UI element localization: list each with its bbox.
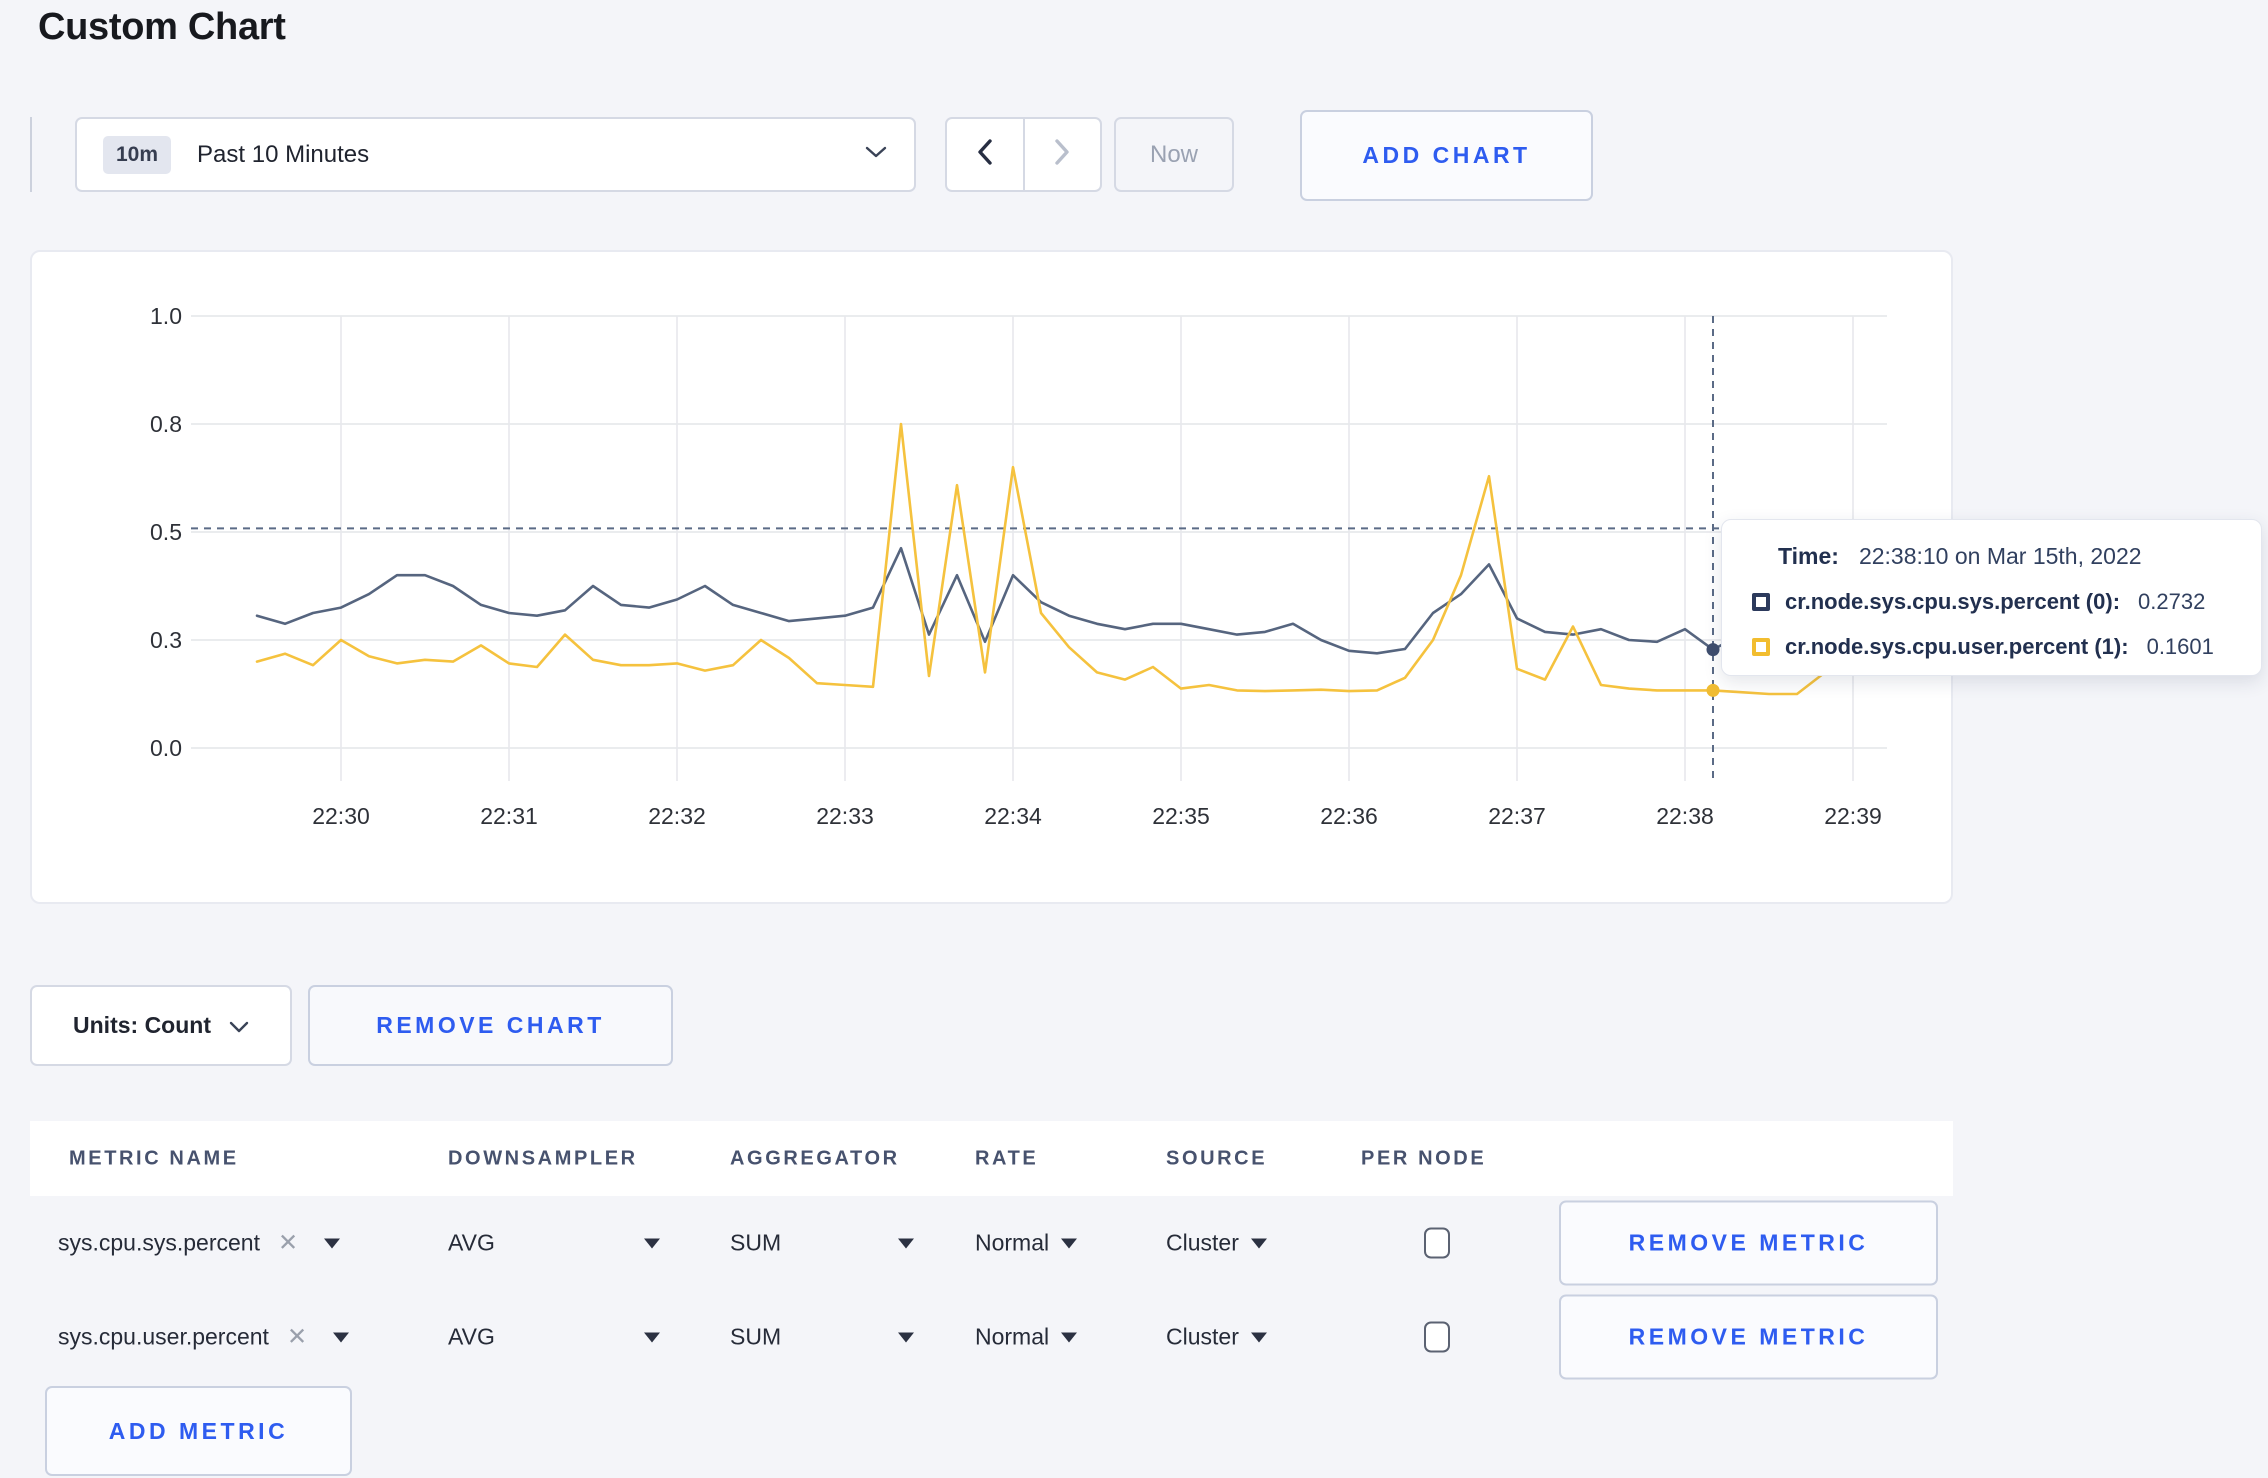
downsampler-select[interactable]: AVG: [448, 1324, 660, 1351]
svg-text:22:30: 22:30: [312, 803, 370, 829]
svg-text:0.8: 0.8: [150, 411, 182, 437]
svg-text:22:37: 22:37: [1488, 803, 1546, 829]
source-select[interactable]: Cluster: [1166, 1324, 1267, 1351]
next-time-button[interactable]: [1025, 119, 1101, 190]
dropdown-arrow-icon: [1061, 1238, 1078, 1248]
remove-metric-button[interactable]: REMOVE METRIC: [1559, 1294, 1938, 1380]
column-header-source: SOURCE: [1166, 1147, 1268, 1169]
aggregator-value: SUM: [730, 1229, 782, 1256]
per-node-checkbox[interactable]: [1424, 1227, 1450, 1259]
dropdown-arrow-icon: [898, 1332, 914, 1342]
chevron-left-icon: [977, 139, 993, 170]
svg-text:22:39: 22:39: [1824, 803, 1882, 829]
column-header-aggregator: AGGREGATOR: [730, 1147, 900, 1169]
toolbar-divider: [30, 117, 32, 192]
remove-metric-button[interactable]: REMOVE METRIC: [1559, 1200, 1938, 1286]
units-select[interactable]: Units: Count: [30, 985, 292, 1066]
dropdown-arrow-icon: [1250, 1332, 1267, 1342]
time-window-label: Past 10 Minutes: [197, 140, 370, 168]
metric-name-select[interactable]: sys.cpu.user.percent ✕: [58, 1323, 408, 1352]
svg-text:0.5: 0.5: [150, 519, 182, 545]
aggregator-select[interactable]: SUM: [730, 1230, 914, 1257]
aggregator-select[interactable]: SUM: [730, 1324, 914, 1351]
column-header-rate: RATE: [975, 1147, 1039, 1169]
time-nav-group: [945, 117, 1102, 192]
tooltip-series-row: cr.node.sys.cpu.user.percent (1): 0.1601: [1722, 634, 2261, 660]
svg-text:22:36: 22:36: [1320, 803, 1378, 829]
now-button[interactable]: Now: [1114, 117, 1234, 192]
chevron-down-icon: [229, 1012, 249, 1039]
tooltip-series-row: cr.node.sys.cpu.sys.percent (0): 0.2732: [1722, 589, 2261, 615]
chevron-right-icon: [1054, 139, 1070, 170]
dropdown-arrow-icon: [644, 1332, 660, 1342]
column-header-per-node: PER NODE: [1361, 1147, 1487, 1169]
source-select[interactable]: Cluster: [1166, 1230, 1267, 1257]
rate-value: Normal: [975, 1229, 1050, 1256]
sys-series-legend-swatch-icon: [1752, 593, 1770, 611]
custom-chart-page: Custom Chart 10m Past 10 Minutes Now ADD…: [0, 0, 2268, 1478]
metrics-table-header: METRIC NAME DOWNSAMPLER AGGREGATOR RATE …: [30, 1121, 1953, 1196]
tooltip-time-row: Time: 22:38:10 on Mar 15th, 2022: [1722, 543, 2261, 570]
tooltip-time-label: Time:: [1778, 543, 1839, 569]
tooltip-sys-value: 0.2732: [2138, 589, 2206, 614]
svg-text:22:38: 22:38: [1656, 803, 1714, 829]
dropdown-arrow-icon: [324, 1238, 341, 1248]
time-window-selector[interactable]: 10m Past 10 Minutes: [75, 117, 916, 192]
svg-text:22:34: 22:34: [984, 803, 1042, 829]
downsampler-value: AVG: [448, 1323, 495, 1350]
downsampler-value: AVG: [448, 1229, 495, 1256]
metric-row: sys.cpu.user.percent ✕ AVG SUM Normal Cl…: [30, 1290, 1953, 1384]
svg-text:0.3: 0.3: [150, 627, 182, 653]
timeseries-chart[interactable]: 0.0 0.3 0.5 0.8 1.0 22:30 22:31 22:32 22:33 22:34…: [32, 252, 1955, 906]
metric-row: sys.cpu.sys.percent ✕ AVG SUM Normal Clu…: [30, 1196, 1953, 1290]
metric-name-select[interactable]: sys.cpu.sys.percent ✕: [58, 1229, 408, 1258]
page-title: Custom Chart: [38, 6, 286, 48]
clear-metric-icon[interactable]: ✕: [278, 1229, 298, 1258]
rate-select[interactable]: Normal: [975, 1229, 1078, 1257]
source-value: Cluster: [1166, 1323, 1239, 1350]
svg-text:22:31: 22:31: [480, 803, 538, 829]
dropdown-arrow-icon: [1061, 1332, 1078, 1342]
svg-text:0.0: 0.0: [150, 735, 182, 761]
tooltip-time-value: 22:38:10 on Mar 15th, 2022: [1858, 543, 2142, 569]
time-window-badge: 10m: [103, 135, 172, 174]
remove-chart-button[interactable]: REMOVE CHART: [308, 985, 673, 1066]
dropdown-arrow-icon: [1250, 1238, 1267, 1248]
clear-metric-icon[interactable]: ✕: [287, 1323, 307, 1352]
prev-time-button[interactable]: [947, 119, 1025, 190]
chart-tooltip: Time: 22:38:10 on Mar 15th, 2022 cr.node…: [1721, 519, 2262, 676]
column-header-downsampler: DOWNSAMPLER: [448, 1147, 638, 1169]
svg-text:22:33: 22:33: [816, 803, 874, 829]
svg-text:22:32: 22:32: [648, 803, 706, 829]
user-series-legend-swatch-icon: [1752, 638, 1770, 656]
units-label: Units: Count: [73, 1012, 211, 1038]
tooltip-user-value: 0.1601: [2146, 634, 2214, 659]
chevron-down-icon: [864, 145, 888, 164]
dropdown-arrow-icon: [333, 1332, 350, 1342]
per-node-checkbox[interactable]: [1424, 1321, 1450, 1353]
column-header-metric-name: METRIC NAME: [69, 1147, 239, 1169]
chart-card: 0.0 0.3 0.5 0.8 1.0 22:30 22:31 22:32 22:33 22:34…: [30, 250, 1953, 904]
metric-name-value: sys.cpu.sys.percent: [58, 1229, 260, 1256]
svg-text:22:35: 22:35: [1152, 803, 1210, 829]
downsampler-select[interactable]: AVG: [448, 1230, 660, 1257]
tooltip-sys-label: cr.node.sys.cpu.sys.percent (0):: [1785, 589, 2121, 614]
tooltip-user-label: cr.node.sys.cpu.user.percent (1):: [1785, 634, 2129, 659]
metric-name-value: sys.cpu.user.percent: [58, 1323, 269, 1350]
dropdown-arrow-icon: [644, 1238, 660, 1248]
per-node-cell: [1424, 1321, 1450, 1353]
add-chart-button[interactable]: ADD CHART: [1300, 110, 1593, 201]
add-metric-button[interactable]: ADD METRIC: [45, 1386, 352, 1476]
rate-value: Normal: [975, 1323, 1050, 1350]
dropdown-arrow-icon: [898, 1238, 914, 1248]
rate-select[interactable]: Normal: [975, 1323, 1078, 1351]
svg-text:1.0: 1.0: [150, 303, 182, 329]
aggregator-value: SUM: [730, 1323, 782, 1350]
source-value: Cluster: [1166, 1229, 1239, 1256]
per-node-cell: [1424, 1227, 1450, 1259]
